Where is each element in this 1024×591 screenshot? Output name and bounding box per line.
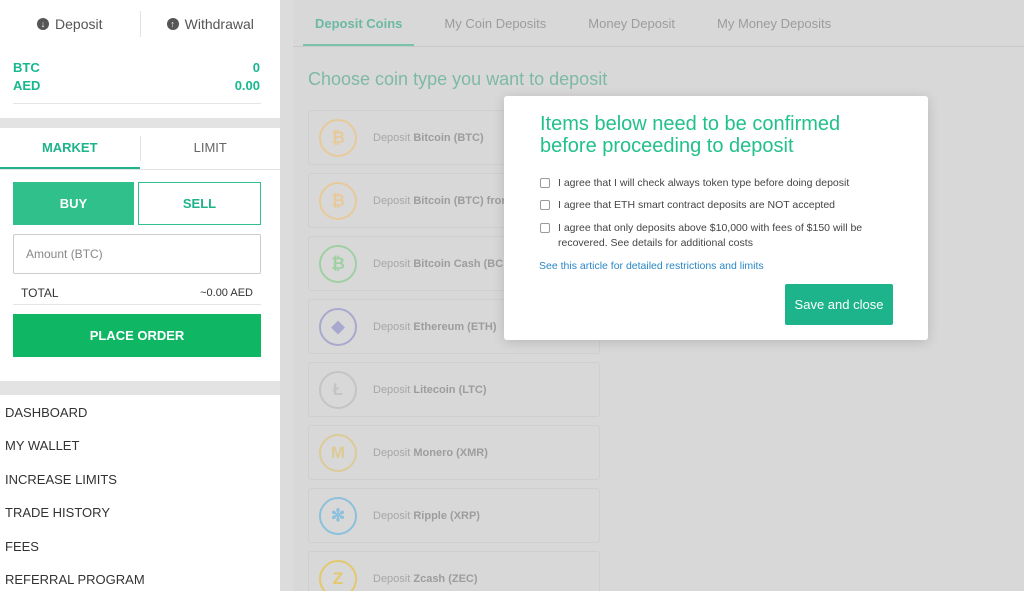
nav-menu: DASHBOARD MY WALLET INCREASE LIMITS TRAD… bbox=[0, 395, 280, 591]
checkbox[interactable] bbox=[540, 223, 550, 233]
bitcoin-cash-icon: ₿ bbox=[319, 244, 357, 283]
divider bbox=[13, 103, 261, 104]
sell-button[interactable]: SELL bbox=[138, 182, 261, 225]
menu-item-fees[interactable]: FEES bbox=[0, 529, 280, 562]
checkbox-label: I agree that only deposits above $10,000… bbox=[558, 222, 863, 249]
tab-deposit-coins[interactable]: Deposit Coins bbox=[303, 0, 415, 46]
tab-limit[interactable]: LIMIT bbox=[141, 128, 281, 169]
litecoin-icon: Ł bbox=[319, 370, 357, 409]
agreement-checkbox-eth-contract[interactable]: I agree that ETH smart contract deposits… bbox=[540, 198, 900, 213]
balance-amount: 0.00 bbox=[234, 78, 260, 93]
bitcoin-icon: ₿ bbox=[319, 181, 357, 220]
deposit-tabs: Deposit Coins My Coin Deposits Money Dep… bbox=[293, 0, 1024, 47]
coin-option-xrp[interactable]: ✻ Deposit Ripple (XRP) bbox=[308, 488, 600, 543]
checkbox-label: I agree that I will check always token t… bbox=[558, 177, 850, 189]
menu-item-my-wallet[interactable]: MY WALLET bbox=[0, 428, 280, 461]
menu-item-trade-history[interactable]: TRADE HISTORY bbox=[0, 495, 280, 528]
order-type-tabs: MARKET LIMIT bbox=[0, 128, 280, 170]
arrow-down-circle-icon: ↓ bbox=[37, 18, 50, 30]
coin-label: Deposit Bitcoin (BTC) from bbox=[373, 194, 512, 207]
coin-label: Deposit Ripple (XRP) bbox=[373, 509, 480, 522]
balance-panel: ↓ Deposit ↑ Withdrawal BTC 0 AED 0.00 bbox=[0, 0, 280, 118]
ethereum-icon: ◆ bbox=[319, 307, 357, 346]
arrow-up-circle-icon: ↑ bbox=[166, 18, 179, 30]
withdrawal-label: Withdrawal bbox=[184, 16, 254, 32]
menu-item-increase-limits[interactable]: INCREASE LIMITS bbox=[0, 462, 280, 495]
coin-label: Deposit Bitcoin Cash (BCH bbox=[373, 257, 512, 270]
confirmation-modal: Items below need to be confirmed before … bbox=[504, 96, 928, 340]
buy-button[interactable]: BUY bbox=[13, 182, 134, 225]
coin-label: Deposit Monero (XMR) bbox=[373, 446, 488, 459]
coin-label: Deposit Ethereum (ETH) bbox=[373, 320, 497, 333]
withdrawal-button[interactable]: ↑ Withdrawal bbox=[141, 16, 281, 32]
coin-option-zec[interactable]: Z Deposit Zcash (ZEC) bbox=[308, 551, 600, 591]
deposit-button[interactable]: ↓ Deposit bbox=[0, 16, 140, 32]
save-and-close-button[interactable]: Save and close bbox=[785, 284, 893, 325]
deposit-label: Deposit bbox=[55, 16, 103, 32]
checkbox[interactable] bbox=[540, 178, 550, 188]
coin-label: Deposit Bitcoin (BTC) bbox=[373, 131, 484, 144]
place-order-button[interactable]: PLACE ORDER bbox=[13, 314, 261, 357]
divider bbox=[13, 304, 261, 305]
coin-option-ltc[interactable]: Ł Deposit Litecoin (LTC) bbox=[308, 362, 600, 417]
page-title: Choose coin type you want to deposit bbox=[308, 69, 608, 89]
balance-currency: AED bbox=[13, 78, 41, 93]
balance-row-aed: AED 0.00 bbox=[13, 77, 260, 95]
menu-item-dashboard[interactable]: DASHBOARD bbox=[0, 395, 280, 428]
order-panel: MARKET LIMIT BUY SELL Amount (BTC) TOTAL… bbox=[0, 128, 280, 381]
agreement-checkbox-deposit-fees[interactable]: I agree that only deposits above $10,000… bbox=[540, 221, 900, 251]
balance-row-btc: BTC 0 bbox=[13, 59, 260, 77]
tab-my-money-deposits[interactable]: My Money Deposits bbox=[696, 0, 852, 46]
total-row: TOTAL ~0.00 AED bbox=[21, 284, 253, 302]
total-label: TOTAL bbox=[21, 286, 59, 300]
restrictions-article-link[interactable]: See this article for detailed restrictio… bbox=[539, 260, 764, 272]
checkbox[interactable] bbox=[540, 200, 550, 210]
tab-my-coin-deposits[interactable]: My Coin Deposits bbox=[423, 0, 567, 46]
checkbox-label: I agree that ETH smart contract deposits… bbox=[558, 199, 836, 211]
deposit-withdrawal-bar: ↓ Deposit ↑ Withdrawal bbox=[0, 0, 280, 48]
modal-title: Items below need to be confirmed before … bbox=[540, 113, 841, 157]
buy-sell-toggle: BUY SELL bbox=[0, 170, 280, 225]
sidebar: ↓ Deposit ↑ Withdrawal BTC 0 AED 0.00 MA… bbox=[0, 0, 280, 591]
menu-item-referral-program[interactable]: REFERRAL PROGRAM bbox=[0, 562, 280, 591]
balances: BTC 0 AED 0.00 bbox=[0, 48, 280, 95]
tab-market[interactable]: MARKET bbox=[0, 128, 140, 169]
amount-input[interactable]: Amount (BTC) bbox=[13, 234, 261, 274]
bitcoin-icon: ₿ bbox=[319, 118, 357, 157]
agreement-checkbox-token-type[interactable]: I agree that I will check always token t… bbox=[540, 176, 900, 191]
coin-label: Deposit Litecoin (LTC) bbox=[373, 383, 487, 396]
zcash-icon: Z bbox=[319, 559, 357, 591]
balance-amount: 0 bbox=[252, 60, 260, 75]
coin-label: Deposit Zcash (ZEC) bbox=[373, 572, 478, 585]
ripple-icon: ✻ bbox=[319, 496, 357, 535]
tab-money-deposit[interactable]: Money Deposit bbox=[567, 0, 696, 46]
monero-icon: M bbox=[319, 433, 357, 472]
balance-currency: BTC bbox=[13, 60, 40, 75]
coin-option-xmr[interactable]: M Deposit Monero (XMR) bbox=[308, 425, 600, 480]
total-value: ~0.00 AED bbox=[200, 287, 253, 299]
